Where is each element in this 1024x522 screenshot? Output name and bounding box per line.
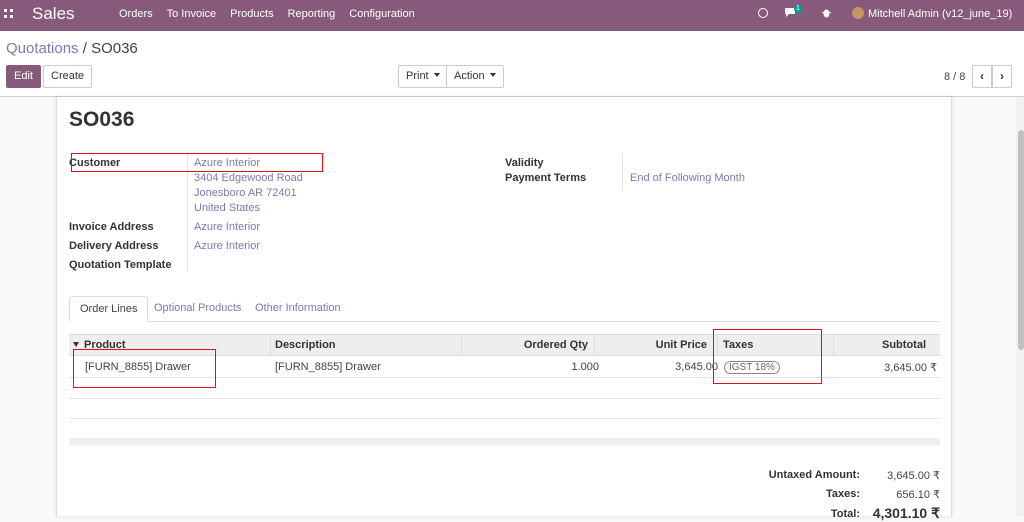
- menu-configuration[interactable]: Configuration: [342, 0, 421, 31]
- menu-to-invoice[interactable]: To Invoice: [160, 0, 224, 31]
- taxes-label: Taxes:: [825, 488, 860, 500]
- delivery-address-label: Delivery Address: [69, 240, 159, 252]
- quotation-template-label: Quotation Template: [69, 259, 172, 271]
- top-navbar: Sales Orders To Invoice Products Reporti…: [0, 0, 1024, 43]
- untaxed-amount-value: 3,645.00 ₹: [887, 470, 940, 482]
- table-footer: [69, 438, 940, 445]
- avatar: [852, 7, 864, 19]
- create-button[interactable]: Create: [43, 65, 93, 88]
- taxes-value: 656.10 ₹: [896, 489, 940, 501]
- row-ordered-qty[interactable]: 1.000: [461, 361, 599, 373]
- row-subtotal: 3,645.00 ₹: [884, 362, 937, 374]
- next-record-button[interactable]: ›: [992, 65, 1012, 88]
- highlight-box-product: [73, 349, 216, 388]
- chevron-down-icon: [433, 73, 440, 77]
- breadcrumb-current: SO036: [91, 40, 138, 57]
- column-subtotal[interactable]: Subtotal: [833, 335, 926, 355]
- column-divider: [270, 335, 271, 355]
- field-divider: [622, 154, 623, 190]
- activity-clock-icon[interactable]: [758, 0, 768, 31]
- tab-optional-products[interactable]: Optional Products: [144, 296, 251, 322]
- chat-badge: 1: [794, 5, 802, 13]
- total-value: 4,301.10 ₹: [872, 505, 940, 521]
- row-divider: [69, 418, 940, 419]
- address-line-3: United States: [194, 202, 261, 214]
- highlight-box-taxes: [713, 329, 822, 384]
- user-menu[interactable]: Mitchell Admin (v12_june_19): [852, 0, 1024, 43]
- apps-menu-icon[interactable]: [4, 9, 13, 18]
- menu-orders[interactable]: Orders: [112, 0, 160, 31]
- row-description[interactable]: [FURN_8855] Drawer: [275, 361, 381, 373]
- menu-reporting[interactable]: Reporting: [281, 0, 343, 31]
- print-label: Print: [406, 70, 429, 82]
- total-label: Total:: [830, 508, 860, 520]
- page-title: SO036: [69, 108, 135, 131]
- row-divider: [69, 398, 940, 399]
- app-name[interactable]: Sales: [32, 4, 75, 24]
- print-button[interactable]: Print: [398, 65, 448, 88]
- edit-button[interactable]: Edit: [6, 65, 41, 88]
- tab-other-information[interactable]: Other Information: [245, 296, 351, 322]
- action-button[interactable]: Action: [446, 65, 504, 88]
- notebook-tabs: Order Lines Optional Products Other Info…: [69, 296, 940, 322]
- column-description[interactable]: Description: [275, 335, 336, 355]
- row-unit-price[interactable]: 3,645.00: [594, 361, 718, 373]
- previous-record-button[interactable]: ‹: [972, 65, 992, 88]
- breadcrumb-quotations[interactable]: Quotations: [6, 40, 79, 57]
- untaxed-amount-label: Untaxed Amount:: [768, 469, 860, 481]
- action-label: Action: [454, 70, 485, 82]
- column-ordered-qty[interactable]: Ordered Qty: [461, 335, 588, 355]
- address-line-1: 3404 Edgewood Road: [194, 172, 303, 184]
- validity-label: Validity: [505, 157, 544, 169]
- chevron-down-icon: [489, 73, 496, 77]
- control-panel: Quotations / SO036 Edit Create Print Act…: [0, 31, 1024, 97]
- payment-terms-label: Payment Terms: [505, 172, 587, 184]
- highlight-box-customer: [71, 153, 323, 172]
- delivery-address-field[interactable]: Azure Interior: [194, 240, 260, 252]
- payment-terms-field[interactable]: End of Following Month: [630, 172, 745, 184]
- main-menu: Orders To Invoice Products Reporting Con…: [112, 0, 422, 31]
- address-line-2: Jonesboro AR 72401: [194, 187, 297, 199]
- pager-value[interactable]: 8 / 8: [944, 71, 965, 83]
- scrollbar-thumb[interactable]: [1018, 130, 1024, 350]
- sort-desc-icon: [73, 342, 79, 347]
- debug-bug-icon[interactable]: [822, 0, 831, 31]
- invoice-address-label: Invoice Address: [69, 221, 154, 233]
- user-name: Mitchell Admin (v12_june_19): [868, 8, 1013, 20]
- invoice-address-field[interactable]: Azure Interior: [194, 221, 260, 233]
- menu-products[interactable]: Products: [223, 0, 280, 31]
- tab-order-lines[interactable]: Order Lines: [69, 296, 149, 322]
- messaging-icon[interactable]: 1: [784, 0, 804, 31]
- breadcrumb-separator: /: [78, 40, 92, 57]
- column-unit-price[interactable]: Unit Price: [594, 335, 707, 355]
- breadcrumb: Quotations / SO036: [6, 40, 138, 57]
